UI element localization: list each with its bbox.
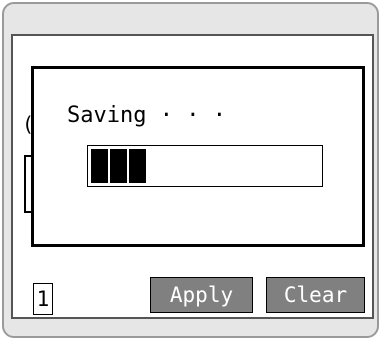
apply-button[interactable]: Apply [150, 277, 253, 313]
saving-message: Saving · · · [67, 103, 226, 128]
clear-button[interactable]: Clear [266, 277, 365, 313]
progress-segment [129, 149, 146, 183]
saving-dialog: Saving · · · [31, 66, 365, 247]
progress-segment [91, 149, 108, 183]
page-number-box: 1 [33, 283, 53, 315]
progress-bar [87, 145, 323, 187]
progress-segment [110, 149, 127, 183]
progress-fill [91, 149, 146, 183]
